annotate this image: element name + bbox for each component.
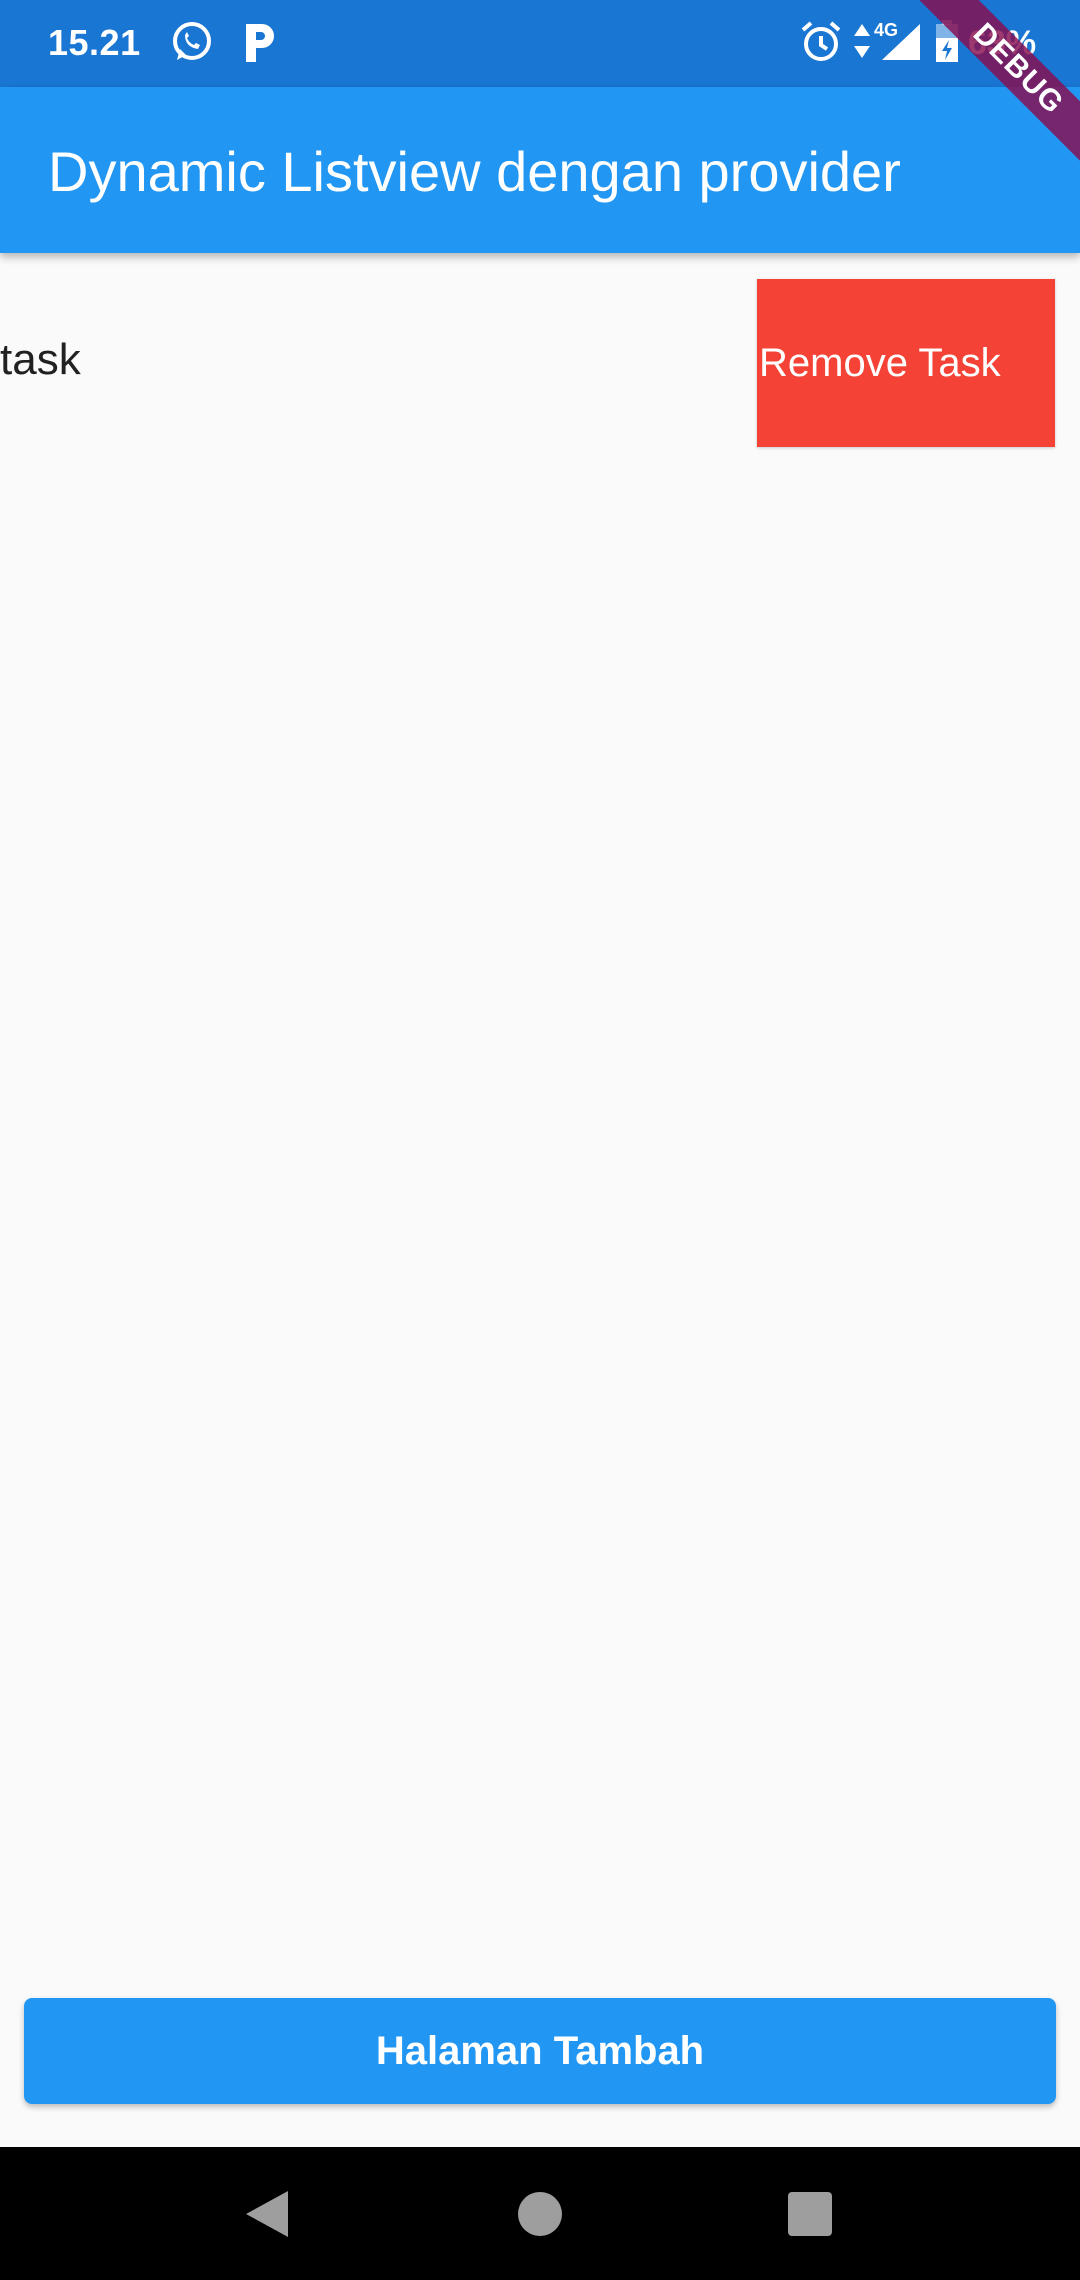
- halaman-tambah-button[interactable]: Halaman Tambah: [24, 1998, 1056, 2104]
- navigation-bar: [0, 2147, 1080, 2280]
- p-app-icon: [240, 18, 280, 71]
- app-bar: Dynamic Listview dengan provider: [0, 87, 1080, 253]
- data-arrows-icon: [852, 18, 872, 71]
- whatsapp-icon: [168, 18, 216, 71]
- remove-task-button[interactable]: Remove Task: [757, 279, 1055, 447]
- signal-icon: [880, 18, 922, 71]
- back-icon[interactable]: [244, 2189, 290, 2244]
- list-item: task Remove Task: [0, 279, 1056, 447]
- status-bar: 15.21 4G: [0, 0, 1080, 87]
- home-icon[interactable]: [517, 2189, 563, 2244]
- alarm-icon: [800, 18, 842, 71]
- page-title: Dynamic Listview dengan provider: [48, 140, 901, 203]
- task-label: task: [0, 335, 81, 384]
- recents-icon[interactable]: [787, 2189, 833, 2244]
- status-time: 15.21: [48, 22, 141, 63]
